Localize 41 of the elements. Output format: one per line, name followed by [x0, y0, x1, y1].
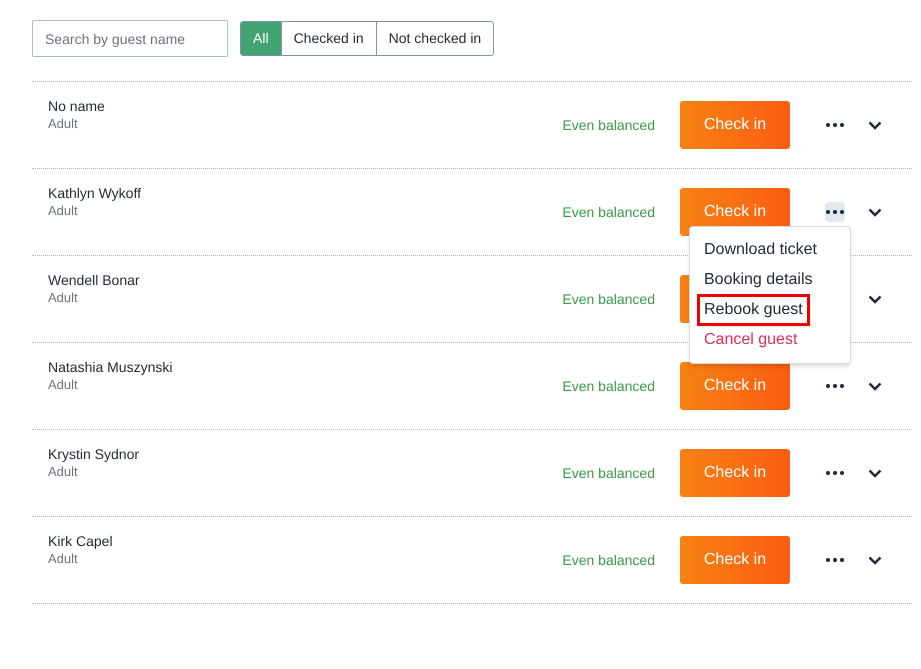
balance-status: Even balanced [562, 202, 655, 222]
guest-type: Adult [48, 202, 79, 220]
guest-type: Adult [48, 550, 79, 568]
search-field[interactable]: Search by guest name [32, 20, 228, 57]
more-icon [826, 123, 844, 127]
filter-tab[interactable]: Not checked in [376, 22, 494, 55]
chevron-down-icon [868, 120, 882, 130]
guest-type: Adult [48, 463, 79, 481]
chevron-down-icon [868, 382, 882, 390]
filter-tab[interactable]: All [241, 22, 281, 55]
balance-status: Even balanced [562, 550, 655, 570]
more-options-button[interactable] [825, 202, 845, 222]
check-in-button[interactable]: Check in [680, 101, 790, 149]
menu-item[interactable]: Cancel guest [700, 327, 802, 353]
guest-name: No name [48, 97, 106, 115]
more-icon [826, 210, 844, 214]
more-icon [826, 384, 844, 388]
chevron-down-icon [868, 556, 882, 564]
guest-name: Kirk Capel [48, 532, 114, 550]
more-icon [826, 558, 844, 562]
more-icon [826, 471, 844, 475]
menu-item[interactable]: Download ticket [700, 237, 821, 263]
check-in-button[interactable]: Check in [680, 536, 790, 584]
guest-type: Adult [48, 115, 79, 133]
guest-type: Adult [48, 289, 79, 307]
guest-name: Wendell Bonar [48, 271, 141, 289]
guest-name: Natashia Muszynski [48, 358, 174, 376]
balance-status: Even balanced [562, 290, 655, 308]
menu-item[interactable]: Booking details [700, 267, 817, 293]
guest-name: Kathlyn Wykoff [48, 184, 142, 202]
check-in-button[interactable]: Check in [680, 449, 790, 497]
chevron-down-icon [868, 208, 882, 216]
guest-type: Adult [48, 376, 79, 394]
balance-status: Even balanced [562, 116, 655, 134]
check-in-button[interactable]: Check in [680, 362, 790, 410]
balance-status: Even balanced [562, 376, 655, 396]
chevron-down-icon [868, 294, 882, 304]
chevron-down-icon [868, 468, 882, 478]
menu-item[interactable]: Rebook guest [700, 297, 807, 323]
balance-status: Even balanced [562, 464, 655, 482]
guest-name: Krystin Sydnor [48, 445, 140, 463]
